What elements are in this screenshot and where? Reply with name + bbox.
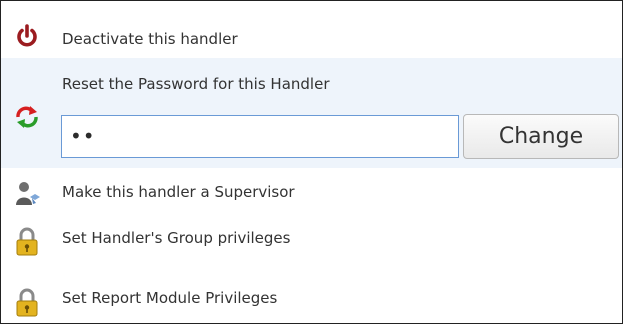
- report-privileges-item[interactable]: Set Report Module Privileges: [1, 276, 622, 323]
- power-icon: [17, 24, 37, 47]
- user-icon: [16, 182, 40, 205]
- reset-password-item: Reset the Password for this Handler •• C…: [1, 58, 622, 168]
- deactivate-label: Deactivate this handler: [62, 30, 238, 48]
- handler-actions-panel: Deactivate this handler Reset the Passwo…: [0, 0, 623, 324]
- lock-icon: [16, 288, 38, 317]
- report-privileges-label: Set Report Module Privileges: [62, 289, 278, 307]
- group-privileges-item[interactable]: Set Handler's Group privileges: [1, 219, 622, 269]
- group-privileges-label: Set Handler's Group privileges: [62, 229, 291, 247]
- deactivate-handler-item[interactable]: Deactivate this handler: [1, 1, 622, 51]
- password-value: ••: [70, 124, 96, 148]
- password-input[interactable]: ••: [61, 115, 459, 158]
- change-password-button[interactable]: Change: [463, 114, 619, 159]
- make-supervisor-item[interactable]: Make this handler a Supervisor: [1, 177, 622, 213]
- supervisor-label: Make this handler a Supervisor: [62, 183, 295, 201]
- refresh-icon: [16, 106, 38, 128]
- lock-icon: [16, 227, 38, 256]
- reset-password-label: Reset the Password for this Handler: [62, 75, 330, 93]
